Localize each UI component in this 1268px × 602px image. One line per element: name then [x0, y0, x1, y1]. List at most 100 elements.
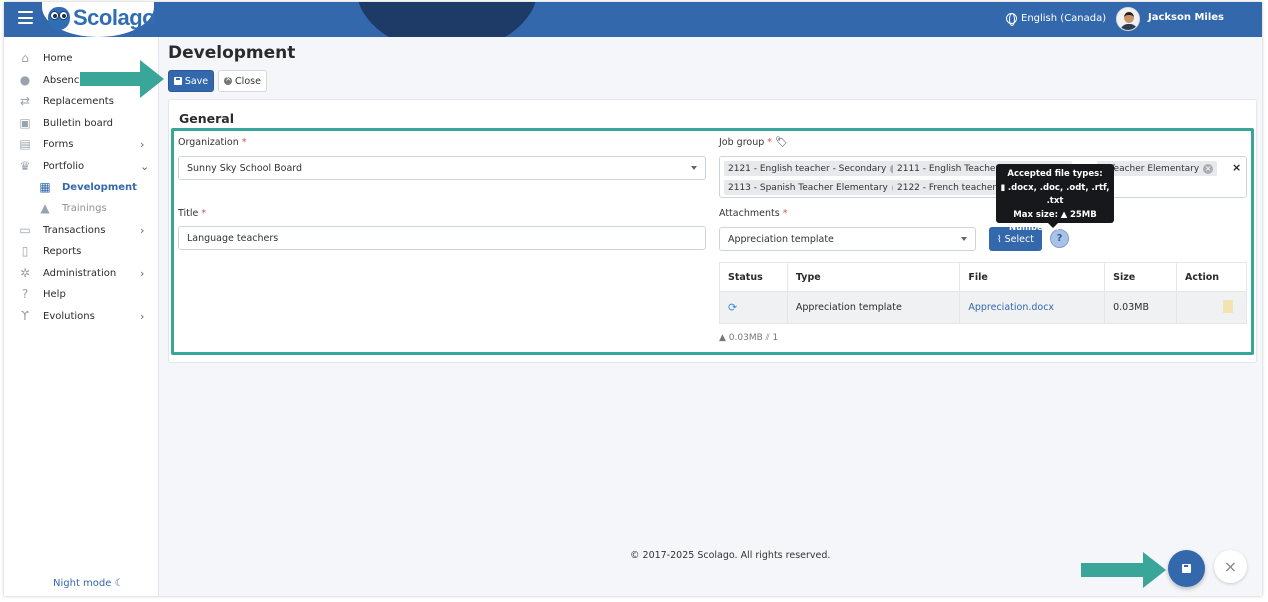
type-cell: Appreciation template: [786, 291, 961, 324]
job-group-tag[interactable]: h Teacher Elementary ×: [1097, 161, 1218, 176]
gear-icon: ✲: [19, 266, 31, 280]
organization-select[interactable]: Sunny Sky School Board: [178, 156, 706, 180]
attachments-label: Attachments *: [719, 208, 788, 219]
attachments-table: Status Type File Size Action ⟳ Appreciat…: [719, 262, 1247, 324]
user-name[interactable]: Jackson Miles: [1148, 12, 1224, 23]
attachment-type-value: Appreciation template: [728, 233, 834, 245]
tooltip-title: Accepted file types:: [1007, 169, 1103, 179]
tooltip-types: .docx, .doc, .odt, .rtf, .txt: [1007, 182, 1110, 207]
sidebar-item-label: Administration: [43, 267, 117, 279]
job-group-tag[interactable]: 2121 - English teacher - Secondary×: [724, 161, 905, 176]
annotation-arrow-fab: [1081, 552, 1166, 588]
tooltip-max-size-value: 25MB: [1069, 209, 1097, 220]
sidebar-item-label: Bulletin board: [43, 117, 113, 129]
action-cell: [1176, 291, 1247, 324]
sidebar-item-label: Home: [43, 52, 73, 64]
file-icon: ▮: [1000, 182, 1006, 193]
sidebar-item-bulletin-board[interactable]: ▣ Bulletin board: [4, 113, 159, 133]
page-title: Development: [168, 43, 296, 63]
chevron-down-icon: ⌄: [140, 159, 150, 173]
size-cell: 0.03MB: [1104, 291, 1177, 324]
trash-icon[interactable]: [1223, 299, 1233, 313]
section-title: General: [179, 111, 234, 126]
caret-down-icon: [961, 237, 967, 241]
summary-size: 0.03MB: [728, 333, 763, 343]
tooltip-number-files-value: 1: [1095, 223, 1102, 233]
organization-label: Organization *: [178, 137, 247, 148]
floating-save-button[interactable]: [1168, 550, 1205, 587]
reports-icon: ▯: [21, 244, 29, 258]
menu-icon[interactable]: [18, 11, 33, 27]
table-row: ⟳ Appreciation template Appreciation.doc…: [719, 291, 1247, 324]
sidebar-item-development[interactable]: ▦ Development: [4, 177, 159, 197]
attachment-type-select[interactable]: Appreciation template: [719, 227, 976, 251]
file-link[interactable]: Appreciation.docx: [968, 302, 1054, 313]
count-icon: ⫽: [1088, 223, 1093, 233]
sidebar-item-administration[interactable]: ✲ Administration ›: [4, 263, 159, 283]
close-button-label: Close: [235, 75, 261, 87]
attachments-summary: ▲ 0.03MB ⫽ 1: [719, 333, 778, 343]
sidebar-item-label: Development: [62, 181, 137, 193]
file-cell: Appreciation.docx: [959, 291, 1106, 324]
night-mode-toggle[interactable]: Night mode ☾: [53, 578, 124, 589]
sidebar-item-trainings[interactable]: ▲ Trainings: [4, 198, 159, 218]
job-group-tag[interactable]: 2122 - French teacher -: [893, 180, 1007, 195]
sidebar-item-label: Portfolio: [43, 160, 85, 172]
replacements-icon: ⇄: [19, 94, 31, 108]
chevron-right-icon: ›: [140, 266, 145, 280]
development-icon: ▦: [39, 180, 51, 194]
sync-icon: ⟳: [728, 301, 738, 314]
sidebar-item-transactions[interactable]: ▭ Transactions ›: [4, 220, 159, 240]
remove-tag-icon[interactable]: ×: [1203, 163, 1214, 174]
floating-close-button[interactable]: ×: [1214, 550, 1247, 583]
trophy-icon: ♛: [19, 159, 31, 173]
close-button[interactable]: Close: [218, 70, 267, 92]
save-icon: [1182, 564, 1191, 573]
moon-icon: ☾: [114, 578, 124, 589]
question-icon: ?: [21, 287, 29, 301]
sidebar-item-label: Transactions: [43, 224, 106, 236]
column-header: Action: [1176, 262, 1247, 292]
save-button[interactable]: Save: [168, 70, 214, 92]
sidebar-item-label: Help: [43, 288, 66, 300]
globe-icon: [1006, 13, 1017, 26]
annotation-arrow-save: [80, 60, 164, 98]
top-bar: Scolago English (Canada) Jackson Miles: [4, 2, 1262, 37]
home-icon: ⌂: [21, 51, 29, 65]
count-icon: ⫽: [765, 333, 770, 343]
column-header: File: [959, 262, 1106, 292]
sidebar-item-portfolio[interactable]: ♛ Portfolio ⌄: [4, 156, 159, 176]
app-window: Scolago English (Canada) Jackson Miles ⌂…: [4, 2, 1262, 596]
sidebar-item-label: Forms: [43, 138, 74, 150]
title-input[interactable]: Language teachers: [178, 226, 706, 250]
title-label: Title *: [178, 208, 207, 219]
sprout-icon: ϒ: [20, 309, 30, 323]
avatar[interactable]: [1116, 7, 1140, 31]
language-label: English (Canada): [1021, 13, 1107, 24]
close-circle-icon: [224, 74, 233, 85]
sidebar-item-help[interactable]: ? Help: [4, 284, 159, 304]
job-group-label: Job group * 🏷: [719, 137, 788, 148]
caret-down-icon: [691, 166, 697, 170]
owl-logo-icon: [48, 7, 70, 30]
sidebar-item-label: Evolutions: [43, 310, 95, 322]
save-icon: [173, 77, 182, 85]
weight-icon: ▲: [1060, 209, 1068, 220]
job-group-multiselect[interactable]: 2121 - English teacher - Secondary× 2111…: [719, 156, 1247, 198]
column-header: Status: [719, 262, 788, 292]
chevron-right-icon: ›: [140, 309, 145, 323]
sidebar-item-evolutions[interactable]: ϒ Evolutions ›: [4, 306, 159, 326]
language-selector[interactable]: English (Canada): [1006, 13, 1107, 26]
logo[interactable]: Scolago: [42, 2, 156, 37]
sidebar-item-reports[interactable]: ▯ Reports: [4, 241, 159, 261]
clear-all-icon[interactable]: ×: [1232, 161, 1241, 174]
table-header-row: Status Type File Size Action: [719, 262, 1247, 292]
tooltip-max-size-label: Max size:: [1013, 209, 1058, 220]
save-button-label: Save: [184, 75, 209, 87]
job-group-tag[interactable]: 2113 - Spanish Teacher Elementary×: [724, 180, 906, 195]
tags-icon: 🏷: [775, 137, 788, 148]
title-value: Language teachers: [187, 232, 279, 244]
absences-icon: ●: [19, 73, 31, 87]
sidebar-item-forms[interactable]: ▤ Forms ›: [4, 134, 159, 154]
close-icon: ×: [1223, 557, 1238, 576]
